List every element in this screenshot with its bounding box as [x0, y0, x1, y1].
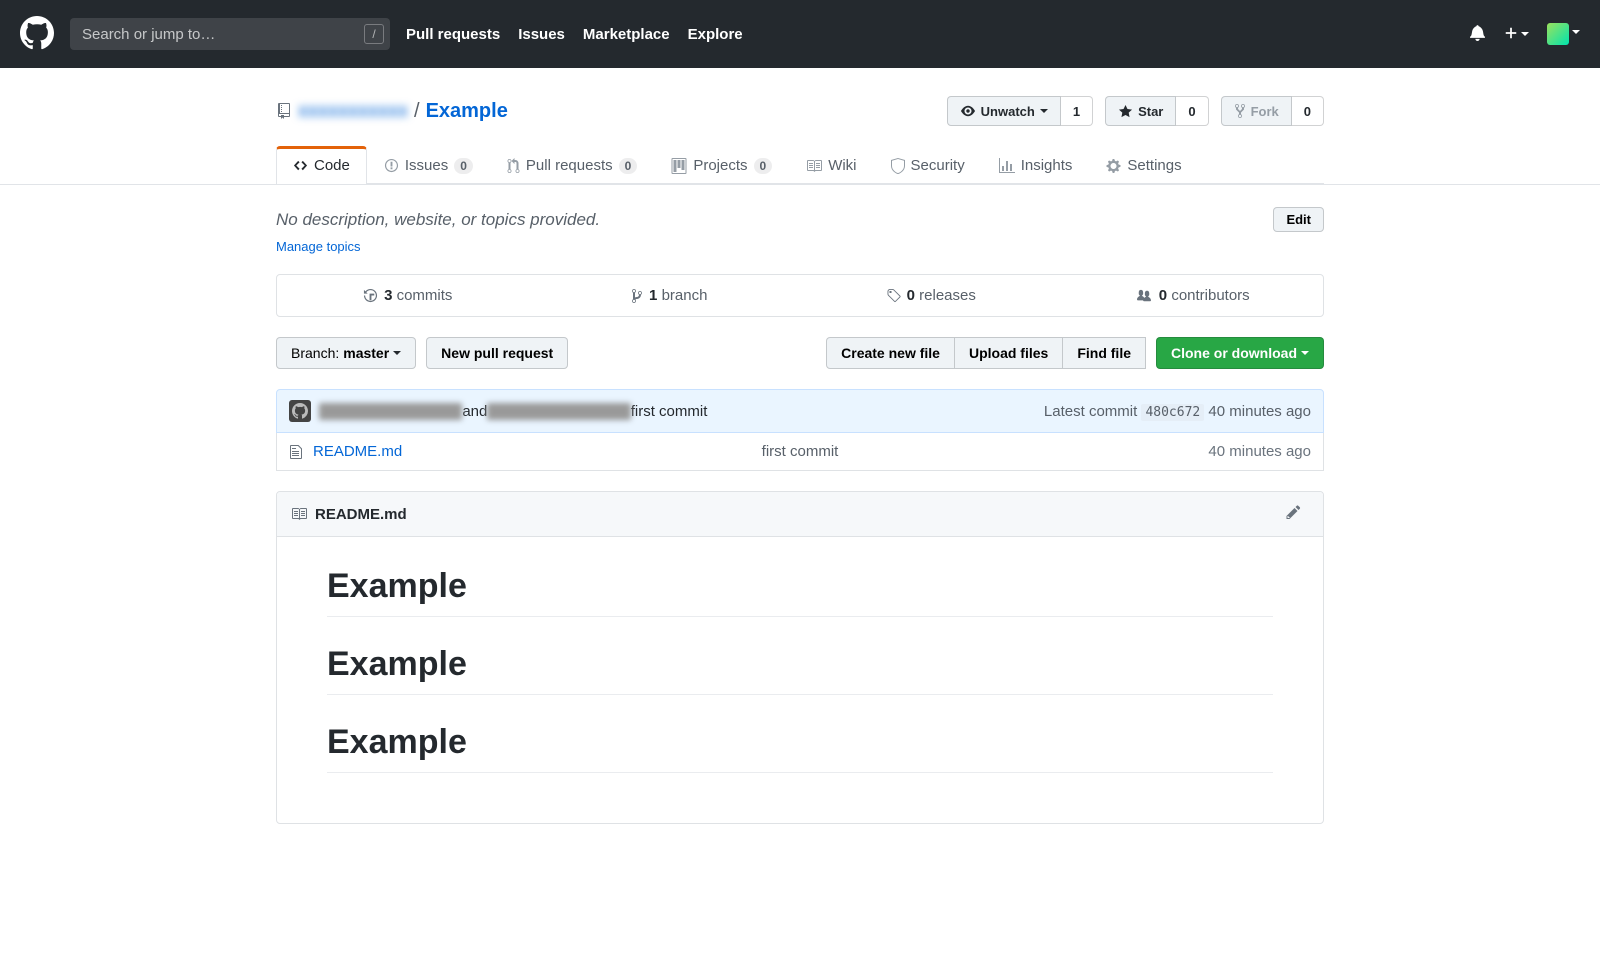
tab-pull-requests[interactable]: Pull requests 0: [490, 146, 654, 184]
clone-download-button[interactable]: Clone or download: [1156, 337, 1324, 369]
stat-releases[interactable]: 0 releases: [800, 275, 1062, 316]
file-name-link[interactable]: README.md: [313, 443, 402, 460]
history-icon: [363, 288, 378, 303]
repo-icon: [276, 103, 292, 119]
plus-dropdown[interactable]: [1504, 26, 1529, 43]
commit-meta: Latest commit 480c672 40 minutes ago: [1044, 403, 1311, 420]
tab-issues[interactable]: Issues 0: [367, 146, 490, 184]
tab-label: Wiki: [828, 157, 856, 174]
commit-and: and: [462, 403, 487, 420]
stat-commits[interactable]: 3 commits: [277, 275, 539, 316]
tab-label: Code: [314, 157, 350, 174]
repo-stats: 3 commits 1 branch 0 releases 0 contribu…: [276, 274, 1324, 317]
readme-heading-3: Example: [327, 723, 1273, 773]
tab-counter: 0: [619, 158, 638, 174]
readme-heading-1: Example: [327, 567, 1273, 617]
new-pull-request-button[interactable]: New pull request: [426, 337, 568, 369]
file-time: 40 minutes ago: [1208, 443, 1311, 460]
star-count[interactable]: 0: [1176, 96, 1208, 126]
commit-author-1[interactable]: xxxx xxxx xxxxxxxxxx: [319, 403, 462, 420]
readme-header: README.md: [277, 492, 1323, 537]
manage-topics-link[interactable]: Manage topics: [276, 239, 361, 254]
github-logo[interactable]: [20, 16, 54, 53]
watch-count[interactable]: 1: [1061, 96, 1093, 126]
tab-label: Projects: [693, 157, 747, 174]
tab-label: Insights: [1021, 157, 1073, 174]
tab-label: Issues: [405, 157, 448, 174]
fork-count[interactable]: 0: [1292, 96, 1324, 126]
stat-contributors[interactable]: 0 contributors: [1062, 275, 1324, 316]
primary-nav: Pull requests Issues Marketplace Explore: [406, 26, 743, 43]
global-header: / Pull requests Issues Marketplace Explo…: [0, 0, 1600, 68]
star-button[interactable]: Star: [1105, 96, 1176, 126]
pencil-icon: [1286, 504, 1301, 520]
star-icon: [1118, 104, 1133, 119]
file-commit-message[interactable]: first commit: [762, 443, 839, 460]
fork-button[interactable]: Fork: [1221, 96, 1292, 126]
repo-tabs: Code Issues 0 Pull requests 0 Projects 0 Wi…: [276, 146, 1324, 184]
readme-filename: README.md: [315, 506, 407, 523]
nav-issues[interactable]: Issues: [518, 26, 565, 43]
repo-owner-link[interactable]: xxxxxxxxxxx: [298, 100, 408, 123]
nav-marketplace[interactable]: Marketplace: [583, 26, 670, 43]
commit-sha[interactable]: 480c672: [1141, 404, 1204, 421]
file-toolbar: Branch: master New pull request Create n…: [276, 337, 1324, 369]
search-input[interactable]: [70, 18, 390, 50]
star-label: Star: [1138, 104, 1163, 119]
nav-pull-requests[interactable]: Pull requests: [406, 26, 500, 43]
file-row[interactable]: README.md first commit 40 minutes ago: [276, 433, 1324, 471]
bell-icon[interactable]: [1469, 24, 1486, 44]
people-icon: [1135, 289, 1153, 303]
commit-author-2[interactable]: xxxx xxxx xxxxxxxxxx: [487, 403, 630, 420]
stat-branches[interactable]: 1 branch: [539, 275, 801, 316]
tab-insights[interactable]: Insights: [982, 146, 1090, 184]
tab-counter: 0: [754, 158, 773, 174]
tag-icon: [886, 288, 901, 304]
fork-label: Fork: [1251, 104, 1279, 119]
branch-icon: [631, 288, 643, 304]
repo-description: No description, website, or topics provi…: [276, 210, 600, 230]
file-icon: [289, 444, 303, 460]
readme-box: README.md Example Example Example: [276, 491, 1324, 824]
tab-wiki[interactable]: Wiki: [789, 146, 873, 184]
tab-projects[interactable]: Projects 0: [654, 146, 789, 184]
nav-explore[interactable]: Explore: [688, 26, 743, 43]
repo-name-link[interactable]: Example: [426, 100, 508, 123]
avatar: [1547, 23, 1569, 45]
find-file-button[interactable]: Find file: [1062, 337, 1146, 369]
header-right: [1469, 23, 1580, 45]
edit-description-button[interactable]: Edit: [1273, 207, 1324, 232]
repo-actions: Unwatch 1 Star 0 Fork 0: [947, 96, 1324, 126]
tab-settings[interactable]: Settings: [1089, 146, 1198, 184]
readme-content: Example Example Example: [277, 537, 1323, 823]
tab-label: Settings: [1127, 157, 1181, 174]
repo-title: xxxxxxxxxxx / Example: [276, 100, 508, 123]
tab-label: Pull requests: [526, 157, 613, 174]
branch-select-button[interactable]: Branch: master: [276, 337, 416, 369]
separator: /: [414, 100, 420, 123]
readme-heading-2: Example: [327, 645, 1273, 695]
search-wrap: /: [70, 18, 390, 50]
tab-label: Security: [911, 157, 965, 174]
eye-icon: [960, 104, 976, 118]
commit-avatar[interactable]: [289, 400, 311, 422]
edit-readme-button[interactable]: [1286, 504, 1309, 524]
commit-message[interactable]: first commit: [631, 403, 708, 420]
book-icon: [291, 506, 307, 522]
slash-hint: /: [364, 24, 384, 44]
unwatch-button[interactable]: Unwatch: [947, 96, 1061, 126]
fork-icon: [1234, 103, 1246, 119]
avatar-dropdown[interactable]: [1547, 23, 1580, 45]
latest-commit-bar: xxxx xxxx xxxxxxxxxx and xxxx xxxx xxxxx…: [276, 389, 1324, 433]
tab-code[interactable]: Code: [276, 146, 367, 184]
tab-security[interactable]: Security: [874, 146, 982, 184]
tab-counter: 0: [454, 158, 473, 174]
create-new-file-button[interactable]: Create new file: [826, 337, 955, 369]
unwatch-label: Unwatch: [981, 104, 1035, 119]
upload-files-button[interactable]: Upload files: [954, 337, 1063, 369]
